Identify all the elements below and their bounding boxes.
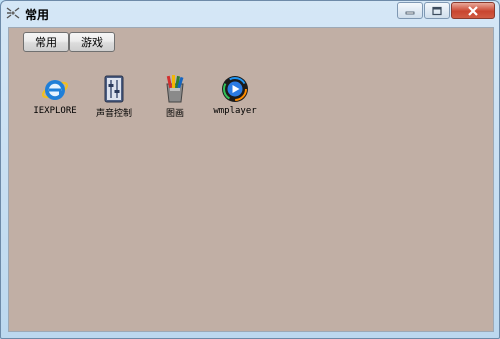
app-paint[interactable]: 图画 [147, 74, 203, 119]
title-bar[interactable]: 常用 [1, 1, 499, 27]
close-icon [468, 5, 478, 16]
client-area: 常用 游戏 IEXPLORE 声音控制 图画 wmplayer [8, 27, 494, 332]
tab-bar: 常用 游戏 [23, 32, 115, 52]
app-label: IEXPLORE [33, 106, 77, 116]
app-iexplore[interactable]: IEXPLORE [27, 74, 83, 116]
media-player-icon [220, 74, 250, 104]
tab-youxi[interactable]: 游戏 [69, 32, 115, 52]
internet-explorer-icon [40, 74, 70, 104]
app-label: wmplayer [213, 106, 257, 116]
minimize-icon [405, 11, 415, 14]
window-controls [396, 2, 495, 19]
close-button[interactable] [451, 2, 495, 19]
window-title: 常用 [25, 8, 50, 22]
app-icon [5, 5, 21, 21]
tab-changyong[interactable]: 常用 [23, 32, 69, 52]
minimize-button[interactable] [397, 2, 423, 19]
maximize-icon [432, 6, 442, 15]
maximize-button[interactable] [424, 2, 450, 19]
app-label: 声音控制 [95, 109, 132, 119]
paint-icon [160, 74, 190, 104]
app-window: 常用 常用 游戏 IEXPLORE 声音控制 图画 wmplayer [0, 0, 500, 339]
app-wmplayer[interactable]: wmplayer [207, 74, 263, 116]
app-label: 图画 [165, 109, 184, 119]
app-volume-control[interactable]: 声音控制 [86, 74, 142, 119]
volume-control-icon [99, 74, 129, 104]
